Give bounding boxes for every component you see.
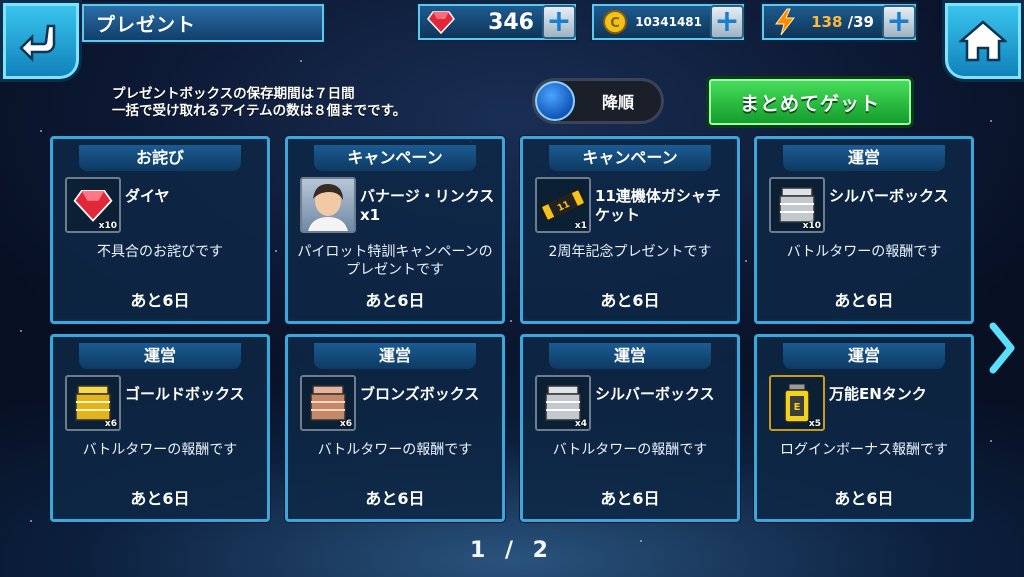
present-name: ダイヤ: [125, 187, 170, 205]
page-indicator: 1 / 2: [470, 538, 554, 563]
lightning-icon: [770, 7, 800, 37]
present-name: ブロンズボックス: [360, 385, 480, 403]
back-button[interactable]: [0, 0, 82, 82]
gacha-ticket-icon: 11 x1: [535, 177, 591, 233]
present-description: バトルタワーの報酬です: [317, 442, 473, 458]
present-quantity: x6: [104, 419, 117, 429]
present-description: 2周年記念プレゼントです: [548, 244, 712, 260]
svg-text:C: C: [610, 16, 620, 31]
home-button[interactable]: [942, 0, 1024, 82]
present-name: ゴールドボックス: [125, 385, 245, 403]
present-name: シルバーボックス: [829, 187, 949, 205]
get-all-button[interactable]: まとめてゲット: [706, 76, 914, 128]
add-coins-button[interactable]: +: [710, 5, 744, 39]
present-card[interactable]: 運営 E x5 万能ENタンク ログインボーナス報酬です あと6日: [754, 334, 974, 522]
present-remaining: あと6日: [130, 489, 190, 508]
add-gems-button[interactable]: +: [542, 5, 576, 39]
present-description: ログインボーナス報酬です: [780, 442, 948, 458]
next-page-arrow[interactable]: [984, 318, 1020, 378]
present-card[interactable]: キャンペーン バナージ・リンクスx1 パイロット特訓キャンペーンのプレゼントです…: [285, 136, 505, 324]
sort-order-toggle[interactable]: 降順: [532, 78, 664, 124]
present-description: パイロット特訓キャンペーンのプレゼントです: [297, 244, 493, 278]
present-card[interactable]: キャンペーン 11 x1 11連機体ガシャチケット 2周年記念プレゼントです あ…: [520, 136, 740, 324]
energy-current: 138: [811, 13, 843, 31]
home-icon: [959, 20, 1007, 62]
present-description: バトルタワーの報酬です: [82, 442, 238, 458]
present-name: シルバーボックス: [595, 385, 715, 403]
notice-line-2: 一括で受け取れるアイテムの数は８個までです。: [112, 103, 407, 119]
gem-icon: x10: [65, 177, 121, 233]
chevron-right-icon: [989, 322, 1015, 374]
screen-title: プレゼント: [82, 4, 324, 42]
present-card[interactable]: 運営 x4 シルバーボックス バトルタワーの報酬です あと6日: [520, 334, 740, 522]
present-name: 11連機体ガシャチケット: [595, 187, 721, 224]
present-name: 万能ENタンク: [829, 385, 927, 403]
coin-counter: C 10341481 +: [592, 4, 744, 40]
add-energy-button[interactable]: +: [882, 5, 916, 39]
bronze-box-icon: x6: [300, 375, 356, 431]
silver-box-icon: x10: [769, 177, 825, 233]
present-quantity: x10: [802, 221, 821, 231]
energy-value: 138 /39: [800, 13, 882, 31]
present-card[interactable]: 運営 x6 ゴールドボックス バトルタワーの報酬です あと6日: [50, 334, 270, 522]
present-remaining: あと6日: [834, 489, 894, 508]
present-category: キャンペーン: [549, 145, 711, 171]
present-quantity: x5: [808, 419, 821, 429]
gem-count: 346: [488, 9, 534, 35]
present-remaining: あと6日: [834, 291, 894, 310]
present-category: 運営: [783, 145, 945, 171]
svg-text:E: E: [794, 402, 801, 413]
present-remaining: あと6日: [600, 291, 660, 310]
coin-icon: C: [600, 7, 630, 37]
en-tank-icon: E x5: [769, 375, 825, 431]
present-description: バトルタワーの報酬です: [552, 442, 708, 458]
present-card[interactable]: 運営 x6 ブロンズボックス バトルタワーの報酬です あと6日: [285, 334, 505, 522]
present-category: キャンペーン: [314, 145, 476, 171]
present-name: バナージ・リンクスx1: [360, 187, 495, 224]
present-grid: お詫び x10 ダイヤ 不具合のお詫びです あと6日 キャンペーン バナージ・リ…: [50, 136, 974, 522]
present-card[interactable]: 運営 x10 シルバーボックス バトルタワーの報酬です あと6日: [754, 136, 974, 324]
energy-counter: 138 /39 +: [762, 4, 916, 40]
silver-box-icon: x4: [535, 375, 591, 431]
toggle-knob: [535, 81, 575, 121]
energy-max: /39: [847, 13, 874, 31]
present-card[interactable]: お詫び x10 ダイヤ 不具合のお詫びです あと6日: [50, 136, 270, 324]
present-category: 運営: [783, 343, 945, 369]
back-arrow-icon: [19, 24, 56, 63]
gem-icon: [426, 7, 456, 37]
present-category: お詫び: [79, 145, 241, 171]
present-quantity: x6: [339, 419, 352, 429]
present-remaining: あと6日: [365, 489, 425, 508]
gem-counter: 346 +: [418, 4, 576, 40]
present-remaining: あと6日: [130, 291, 190, 310]
present-category: 運営: [549, 343, 711, 369]
sort-order-label: 降順: [601, 93, 634, 112]
pilot-portrait-icon: [300, 177, 356, 233]
storage-notice: プレゼントボックスの保存期間は７日間 一括で受け取れるアイテムの数は８個までです…: [112, 86, 406, 120]
present-category: 運営: [79, 343, 241, 369]
present-description: バトルタワーの報酬です: [786, 244, 942, 260]
present-remaining: あと6日: [365, 291, 425, 310]
gold-box-icon: x6: [65, 375, 121, 431]
present-quantity: x4: [574, 419, 587, 429]
present-category: 運営: [314, 343, 476, 369]
present-description: 不具合のお詫びです: [97, 244, 223, 260]
notice-line-1: プレゼントボックスの保存期間は７日間: [112, 86, 355, 102]
present-quantity: x10: [98, 221, 117, 231]
coin-count: 10341481: [635, 15, 702, 29]
present-remaining: あと6日: [600, 489, 660, 508]
present-quantity: x1: [574, 221, 587, 231]
